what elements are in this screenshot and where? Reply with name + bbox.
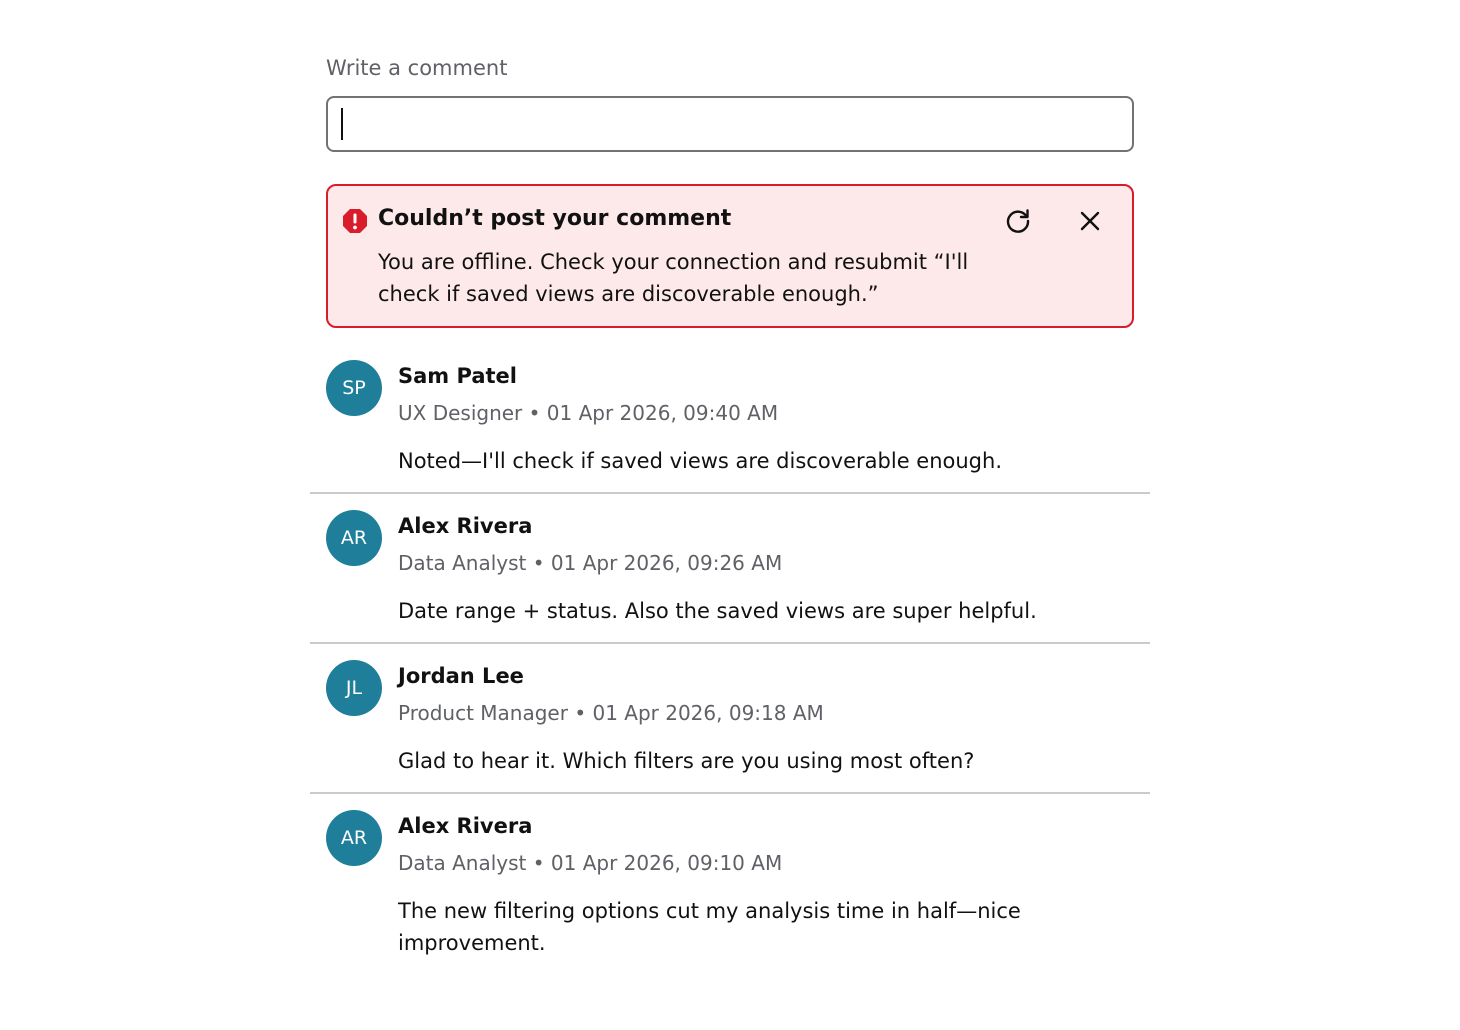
comment-item: AR Alex Rivera Data Analyst • 01 Apr 202… [310,494,1150,644]
comment-text: The new filtering options cut my analysi… [398,899,1021,955]
comment-meta: UX Designer • 01 Apr 2026, 09:40 AM [398,401,779,425]
comment-meta: Product Manager • 01 Apr 2026, 09:18 AM [398,701,824,725]
comment-text: Noted—I'll check if saved views are disc… [398,449,1002,473]
comment-text: Glad to hear it. Which filters are you u… [398,749,975,773]
avatar: JL [326,660,382,716]
comment-input[interactable] [326,96,1134,152]
avatar: AR [326,810,382,866]
comment-field-label: Write a comment [326,56,508,80]
comment-list: SP Sam Patel UX Designer • 01 Apr 2026, … [310,344,1150,994]
comment-item: AR Alex Rivera Data Analyst • 01 Apr 202… [310,794,1150,994]
error-alert-message: You are offline. Check your connection a… [378,250,969,306]
close-icon [1079,210,1101,235]
comment-author: Alex Rivera [398,814,533,838]
comment-author: Alex Rivera [398,514,533,538]
comment-item: SP Sam Patel UX Designer • 01 Apr 2026, … [310,344,1150,494]
comment-text: Date range + status. Also the saved view… [398,599,1037,623]
error-octagon-icon [342,208,368,234]
avatar: AR [326,510,382,566]
comment-author: Sam Patel [398,364,517,388]
avatar: SP [326,360,382,416]
dismiss-alert-button[interactable] [1072,204,1108,240]
error-alert-title: Couldn’t post your comment [378,206,732,231]
retry-button[interactable] [1000,204,1036,240]
comment-meta: Data Analyst • 01 Apr 2026, 09:26 AM [398,551,783,575]
error-alert: Couldn’t post your comment You are offli… [326,184,1134,328]
comment-meta: Data Analyst • 01 Apr 2026, 09:10 AM [398,851,783,875]
comment-author: Jordan Lee [398,664,524,688]
refresh-icon [1004,207,1032,238]
text-cursor [341,108,343,140]
comment-item: JL Jordan Lee Product Manager • 01 Apr 2… [310,644,1150,794]
